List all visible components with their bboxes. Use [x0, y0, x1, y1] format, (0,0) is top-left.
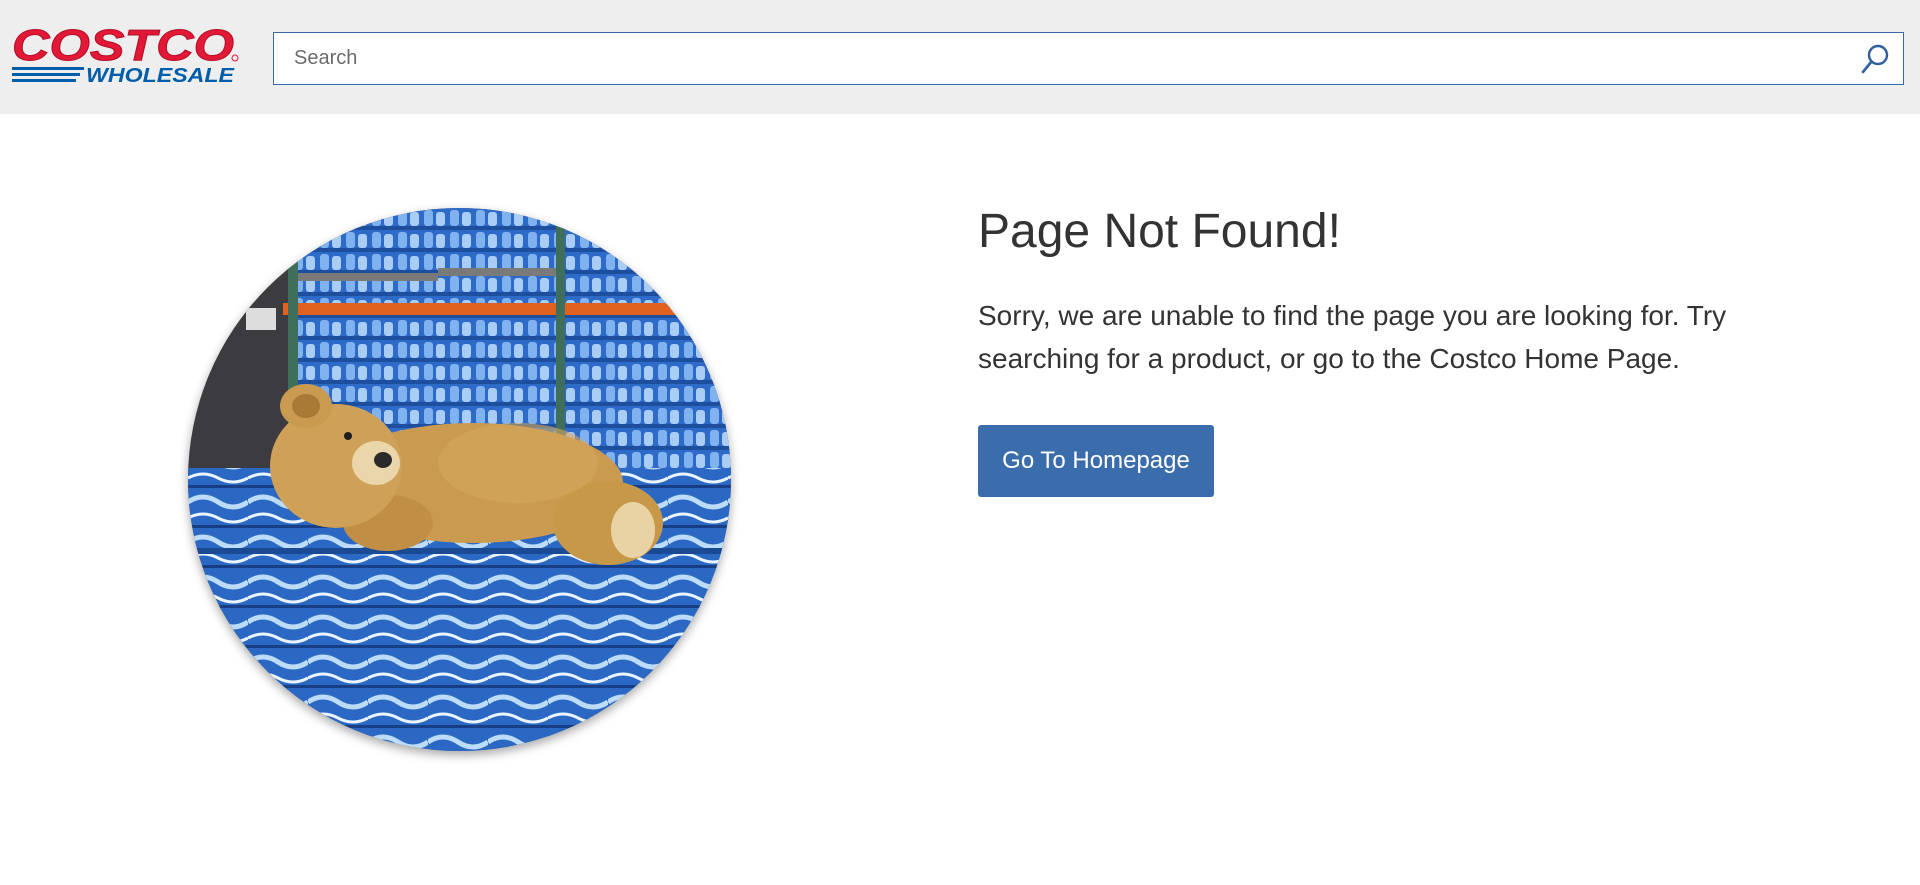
not-found-content: Page Not Found! Sorry, we are unable to … — [978, 200, 1838, 497]
search-input[interactable] — [274, 33, 1834, 84]
svg-text:COSTCO: COSTCO — [12, 21, 234, 70]
error-message: Sorry, we are unable to find the page yo… — [978, 300, 1727, 374]
costco-logo[interactable]: COSTCO WHOLESALE — [10, 20, 240, 86]
search-button[interactable] — [1855, 39, 1895, 79]
search-bar — [273, 32, 1904, 85]
svg-text:WHOLESALE: WHOLESALE — [86, 65, 235, 86]
site-header: COSTCO WHOLESALE — [0, 0, 1920, 114]
page-title: Page Not Found! — [978, 205, 1341, 258]
search-icon — [1861, 44, 1889, 74]
teddy-bear-photo — [188, 208, 731, 751]
go-to-homepage-button[interactable]: Go To Homepage — [978, 425, 1214, 497]
